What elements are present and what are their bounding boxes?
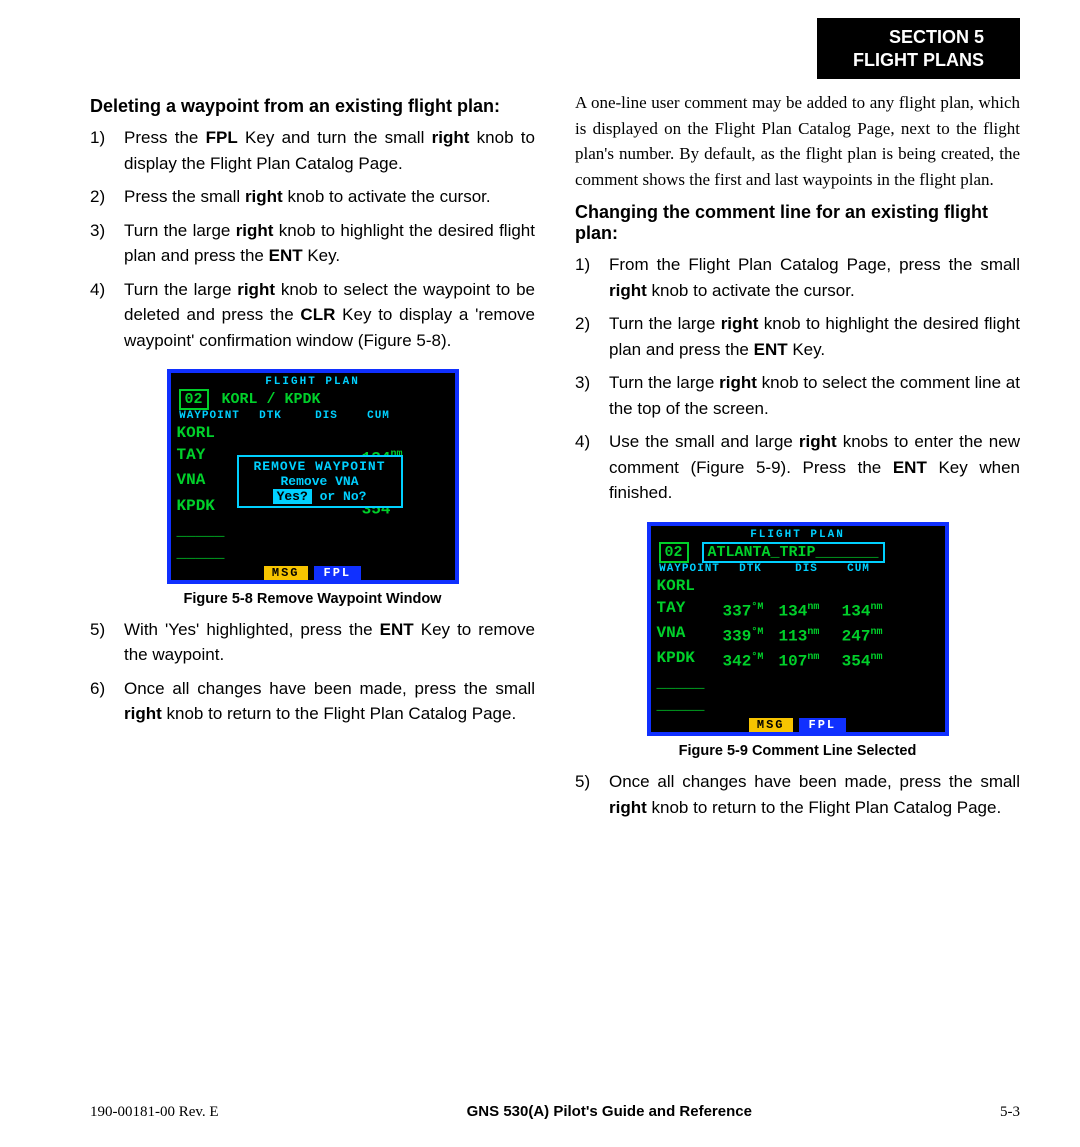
section-title: FLIGHT PLANS (853, 49, 984, 72)
left-heading: Deleting a waypoint from an existing fli… (90, 96, 535, 117)
page-footer: 190-00181-00 Rev. E GNS 530(A) Pilot's G… (90, 1103, 1020, 1121)
table-row: KORL (653, 575, 943, 597)
msg-annunciator: MSG (264, 566, 308, 580)
table-row: VNA339°M113nm247nm (653, 622, 943, 647)
step: 1)Press the FPL Key and turn the small r… (90, 125, 535, 176)
figure-5-8: FLIGHT PLAN 02 KORL / KPDK WAYPOINT DTK … (90, 369, 535, 607)
step: 3)Turn the large right knob to select th… (575, 370, 1020, 421)
plan-number: 02 (179, 389, 209, 410)
figure-5-9-caption: Figure 5-9 Comment Line Selected (575, 743, 1020, 759)
section-number: SECTION 5 (853, 26, 984, 49)
step: 1)From the Flight Plan Catalog Page, pre… (575, 252, 1020, 303)
remove-waypoint-popup: REMOVE WAYPOINT Remove VNA Yes? or No? (237, 455, 403, 508)
table-row: KORL (173, 422, 453, 444)
table-row: _____ (653, 694, 943, 716)
footer-doc-number: 190-00181-00 Rev. E (90, 1104, 219, 1121)
table-row: KPDK342°M107nm354nm (653, 647, 943, 672)
right-steps-a: 1)From the Flight Plan Catalog Page, pre… (575, 252, 1020, 506)
plan-route: KORL / KPDK (222, 391, 321, 408)
page: SECTION 5 FLIGHT PLANS Deleting a waypoi… (0, 0, 1080, 1147)
step: 5)Once all changes have been made, press… (575, 769, 1020, 820)
step: 5)With 'Yes' highlighted, press the ENT … (90, 617, 535, 668)
gns-screen-1: FLIGHT PLAN 02 KORL / KPDK WAYPOINT DTK … (167, 369, 459, 584)
right-column: A one-line user comment may be added to … (575, 90, 1020, 832)
figure-5-8-caption: Figure 5-8 Remove Waypoint Window (90, 591, 535, 607)
figure-5-9: FLIGHT PLAN 02 ATLANTA_TRIP_______ WAYPO… (575, 522, 1020, 760)
right-intro: A one-line user comment may be added to … (575, 90, 1020, 192)
plan-number-2: 02 (659, 542, 689, 563)
popup-yes[interactable]: Yes? (273, 489, 312, 504)
right-steps-b: 5)Once all changes have been made, press… (575, 769, 1020, 820)
comment-line-field[interactable]: ATLANTA_TRIP_______ (702, 542, 885, 563)
msg-annunciator-2: MSG (749, 718, 793, 732)
step: 2)Turn the large right knob to highlight… (575, 311, 1020, 362)
step: 3)Turn the large right knob to highlight… (90, 218, 535, 269)
fpl-tab: FPL (314, 566, 362, 580)
table-row: TAY337°M134nm134nm (653, 597, 943, 622)
fpl-tab-2: FPL (799, 718, 847, 732)
left-steps-a: 1)Press the FPL Key and turn the small r… (90, 125, 535, 353)
section-tab: SECTION 5 FLIGHT PLANS (817, 18, 1020, 79)
popup-no[interactable]: No? (343, 489, 366, 504)
right-heading: Changing the comment line for an existin… (575, 202, 1020, 244)
gns-screen-2: FLIGHT PLAN 02 ATLANTA_TRIP_______ WAYPO… (647, 522, 949, 737)
table-row: _____ (653, 672, 943, 694)
left-column: Deleting a waypoint from an existing fli… (90, 90, 535, 832)
footer-doc-title: GNS 530(A) Pilot's Guide and Reference (467, 1103, 752, 1120)
step: 4)Turn the large right knob to select th… (90, 277, 535, 354)
footer-page-number: 5-3 (1000, 1104, 1020, 1121)
step: 2)Press the small right knob to activate… (90, 184, 535, 210)
left-steps-b: 5)With 'Yes' highlighted, press the ENT … (90, 617, 535, 727)
step: 6)Once all changes have been made, press… (90, 676, 535, 727)
step: 4)Use the small and large right knobs to… (575, 429, 1020, 506)
